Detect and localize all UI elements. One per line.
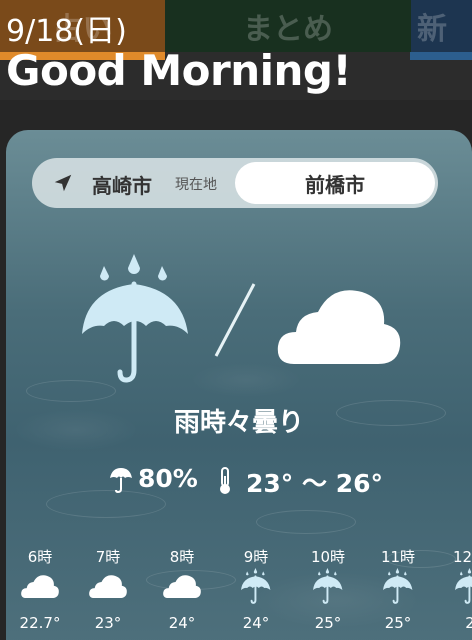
hourly-item: 11時 25° (366, 546, 430, 632)
tab-new[interactable]: 新 (411, 0, 472, 52)
weather-stats: 80% 23° ～ 26° (6, 462, 472, 498)
hourly-item: 6時 22.7° (8, 546, 72, 632)
hourly-time: 11時 (380, 548, 416, 566)
location-city-current[interactable]: 高崎市 (92, 170, 152, 199)
cloud-icon (277, 290, 401, 364)
location-arrow-icon (54, 174, 72, 192)
greeting-title: Good Morning! (6, 46, 352, 95)
hourly-item: 10時 25° (296, 546, 360, 632)
hourly-temp: 25° (384, 614, 412, 632)
umbrella-icon (82, 254, 188, 383)
cloud-icon (150, 568, 214, 604)
weather-card[interactable]: 高崎市 現在地 前橋市 雨時々曇り 80% 23° ～ 26° 6時 22.7°… (6, 130, 472, 640)
hourly-time: 10時 (310, 548, 346, 566)
hourly-temp: 24° (242, 614, 270, 632)
location-city-selected-button[interactable]: 前橋市 (235, 162, 435, 204)
weather-condition: 雨時々曇り (173, 408, 304, 438)
hourly-time: 6時 (27, 548, 53, 566)
umbrella-icon (224, 568, 288, 604)
umbrella-icon (438, 568, 472, 604)
current-location-tag: 現在地 (175, 177, 217, 193)
tab-indicator-secondary (410, 52, 472, 60)
forecast-divider (214, 283, 256, 357)
hourly-item: 7時 23° (76, 546, 140, 632)
hourly-item: 9時 24° (224, 546, 288, 632)
rain-probability: 80% (138, 464, 198, 493)
umbrella-icon (296, 568, 360, 604)
hourly-time: 12時 (452, 548, 472, 566)
location-city-selected: 前橋市 (305, 172, 365, 197)
location-toggle[interactable]: 高崎市 現在地 前橋市 (32, 158, 438, 208)
hourly-temp: 25° (314, 614, 342, 632)
temperature-range: 23° ～ 26° (246, 469, 383, 498)
hourly-temp: 22.7° (19, 614, 61, 632)
hourly-temp: 24° (168, 614, 196, 632)
hourly-item: 12時 2 (438, 546, 472, 632)
cloud-icon (76, 568, 140, 604)
thermometer-icon (220, 467, 230, 494)
hourly-temp: 23° (94, 614, 122, 632)
rain-umbrella-icon (110, 468, 132, 494)
date-label: 9/18(日) (6, 14, 127, 49)
hourly-item: 8時 24° (150, 546, 214, 632)
cloud-icon (8, 568, 72, 604)
hourly-temp: 2 (465, 614, 472, 632)
hourly-forecast[interactable]: 6時 22.7° 7時 23° 8時 24° 9時 24° 10時 25° 11時 25° 12時 2 (6, 546, 472, 640)
umbrella-icon (366, 568, 430, 604)
tab-summary[interactable]: まとめ (165, 0, 411, 52)
hourly-time: 8時 (169, 548, 195, 566)
hourly-time: 7時 (95, 548, 121, 566)
hourly-time: 9時 (243, 548, 269, 566)
